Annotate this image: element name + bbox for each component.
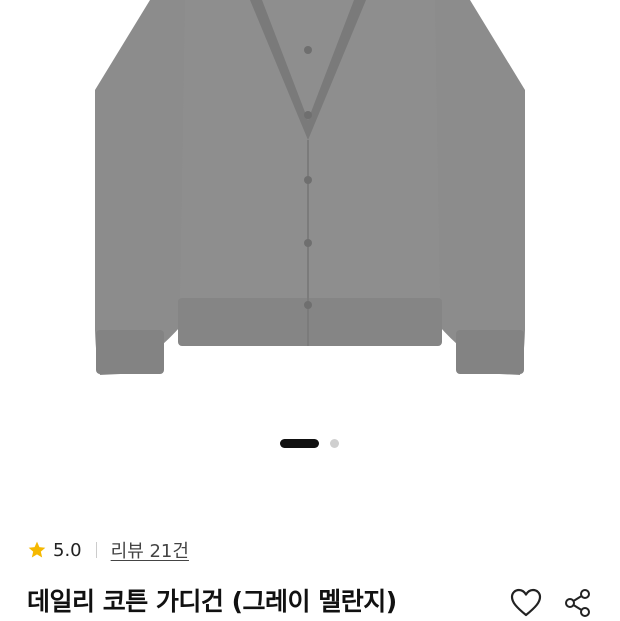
product-title: 데일리 코튼 가디건 (그레이 멜란지): [27, 587, 397, 616]
carousel-dot-active[interactable]: [280, 439, 319, 448]
review-count-link[interactable]: 리뷰 21건: [111, 537, 189, 563]
product-actions: [508, 585, 596, 621]
rating-row: 5.0 리뷰 21건: [27, 537, 189, 563]
carousel-dot[interactable]: [330, 439, 339, 448]
carousel-indicator: [0, 439, 620, 449]
product-image: [95, 0, 525, 375]
share-icon: [565, 589, 590, 617]
star-icon: [28, 541, 46, 558]
product-image-carousel[interactable]: [0, 0, 620, 470]
share-button[interactable]: [560, 585, 596, 621]
heart-icon: [510, 588, 542, 617]
rating-value: 5.0: [53, 539, 82, 561]
wishlist-button[interactable]: [508, 585, 544, 621]
divider: [95, 542, 97, 558]
